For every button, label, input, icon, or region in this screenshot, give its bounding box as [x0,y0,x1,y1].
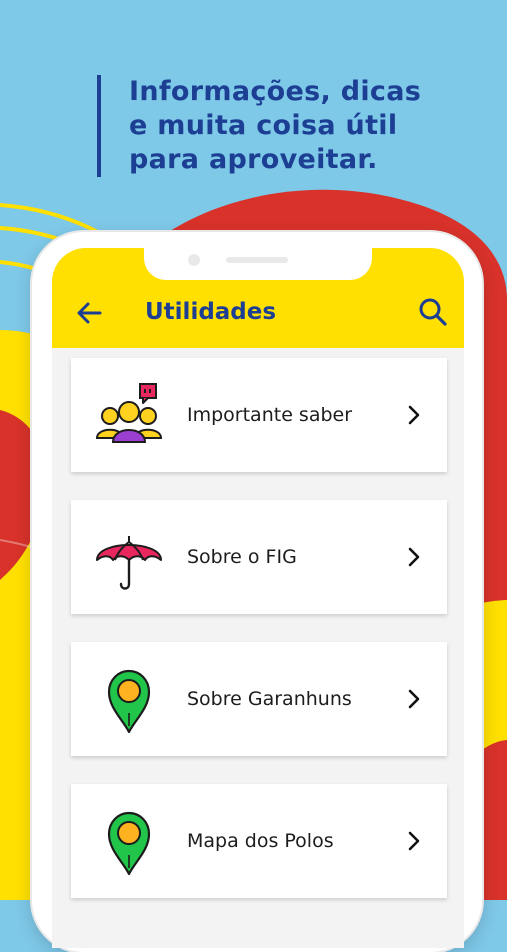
umbrella-icon [96,536,162,590]
speaker-slot [226,257,288,263]
chevron-right-icon [408,689,420,709]
app-screen: Utilidades Importante saber Sobre o FIG … [52,248,464,948]
app-bar: Utilidades [52,248,464,348]
promo-line-1: Informações, dicas [129,76,422,107]
phone-notch [144,248,372,280]
menu-item-label: Sobre Garanhuns [187,688,352,710]
menu-item-importante-saber[interactable]: Importante saber [71,358,447,472]
page-title: Utilidades [145,299,277,325]
phone-frame: Utilidades Importante saber Sobre o FIG … [32,232,482,952]
map-pin-icon [107,669,151,734]
promo-line-2: e muita coisa útil [129,110,398,141]
search-icon[interactable] [417,296,449,328]
chevron-right-icon [408,831,420,851]
promo-heading: Informações, dicas e muita coisa útil pa… [97,75,421,177]
menu-item-label: Sobre o FIG [187,546,297,568]
chevron-right-icon [408,405,420,425]
menu-item-sobre-o-fig[interactable]: Sobre o FIG [71,500,447,614]
menu-item-sobre-garanhuns[interactable]: Sobre Garanhuns [71,642,447,756]
chevron-right-icon [408,547,420,567]
people-chat-icon [95,383,163,443]
arrow-left-icon[interactable] [74,298,104,328]
promo-line-3: para aproveitar. [129,144,378,175]
camera-dot [188,254,200,266]
menu-item-mapa-dos-polos[interactable]: Mapa dos Polos [71,784,447,898]
menu-item-label: Importante saber [187,404,353,426]
menu-item-label: Mapa dos Polos [187,830,334,852]
map-pin-icon [107,811,151,876]
